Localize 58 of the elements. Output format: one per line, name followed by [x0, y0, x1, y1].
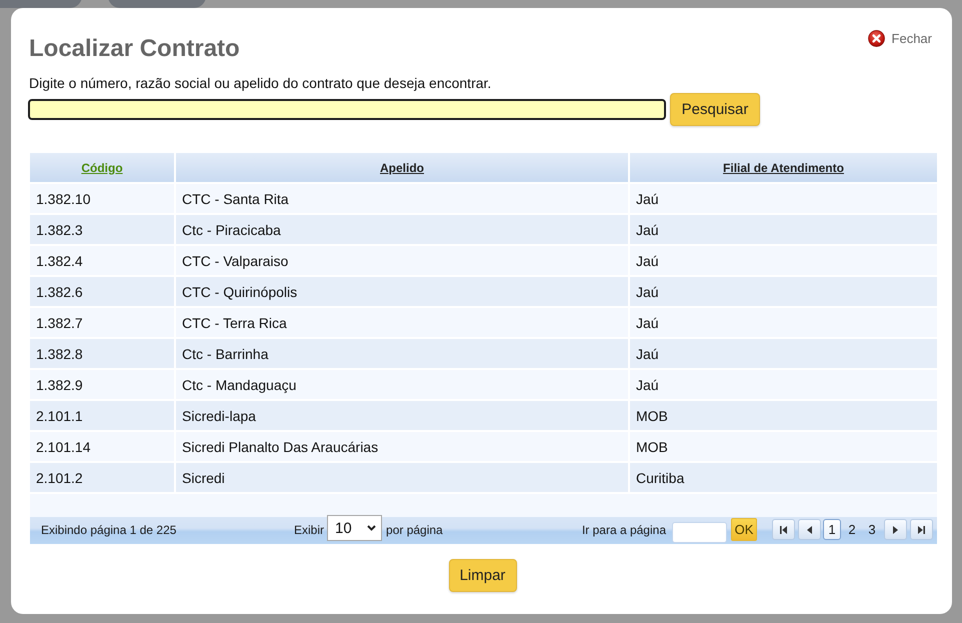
page-number-link[interactable]: 1	[823, 519, 841, 540]
page-number-link[interactable]: 2	[843, 519, 861, 540]
show-label: Exibir	[294, 522, 324, 536]
table-cell: Sicredi Planalto Das Araucárias	[176, 432, 628, 461]
column-sort-link[interactable]: Filial de Atendimento	[723, 160, 844, 174]
page-number-link[interactable]: 3	[863, 519, 881, 540]
table-cell: Ctc - Barrinha	[176, 339, 628, 368]
table-cell: 1.382.4	[30, 246, 174, 275]
table-cell: CTC - Valparaiso	[176, 246, 628, 275]
previous-page-icon	[807, 526, 812, 534]
table-cell: CTC - Santa Rita	[176, 184, 628, 213]
search-button[interactable]: Pesquisar	[670, 93, 760, 126]
table-cell: 1.382.6	[30, 277, 174, 306]
clear-button[interactable]: Limpar	[448, 559, 516, 592]
close-icon	[868, 30, 885, 47]
table-cell: 1.382.7	[30, 308, 174, 337]
table-cell: MOB	[630, 401, 937, 430]
instruction-text: Digite o número, razão social ou apelido do contrato que deseja encontrar.	[29, 75, 492, 92]
table-cell: Jaú	[630, 215, 937, 244]
go-to-page-label: Ir para a página	[582, 522, 666, 536]
next-page-icon	[893, 526, 898, 534]
table-cell: 2.101.2	[30, 463, 174, 492]
next-page-button[interactable]	[884, 519, 907, 540]
column-sort-link[interactable]: Apelido	[380, 160, 424, 174]
table-cell: 1.382.3	[30, 215, 174, 244]
last-page-button[interactable]	[910, 519, 933, 540]
first-page-icon	[780, 526, 787, 534]
page-status-text: Exibindo página 1 de 225	[41, 522, 178, 536]
go-to-page-field[interactable]	[672, 522, 727, 543]
table-cell: CTC - Quirinópolis	[176, 277, 628, 306]
table-cell: 2.101.14	[30, 432, 174, 461]
table-cell: Ctc - Piracicaba	[176, 215, 628, 244]
table-cell: Sicredi	[176, 463, 628, 492]
first-page-button[interactable]	[772, 519, 795, 540]
table-cell: Ctc - Mandaguaçu	[176, 370, 628, 399]
table-cell: 2.101.1	[30, 401, 174, 430]
table-cell: Jaú	[630, 339, 937, 368]
table-cell: 1.382.8	[30, 339, 174, 368]
previous-page-button[interactable]	[798, 519, 821, 540]
last-page-icon	[918, 526, 925, 534]
table-cell: Curitiba	[630, 463, 937, 492]
search-field[interactable]	[28, 99, 666, 120]
dialog-title: Localizar Contrato	[29, 34, 240, 64]
per-page-label: por página	[386, 522, 443, 536]
table-cell: 1.382.10	[30, 184, 174, 213]
chevron-down-icon	[367, 525, 376, 531]
table-cell: Jaú	[630, 277, 937, 306]
table-cell: Jaú	[630, 370, 937, 399]
page-size-select[interactable]: 10	[327, 515, 382, 541]
table-cell: MOB	[630, 432, 937, 461]
table-cell: 1.382.9	[30, 370, 174, 399]
ok-button[interactable]: OK	[731, 518, 757, 541]
close-link[interactable]: Fechar	[868, 30, 932, 47]
table-cell: CTC - Terra Rica	[176, 308, 628, 337]
table-cell: Sicredi-lapa	[176, 401, 628, 430]
table-cell: Jaú	[630, 246, 937, 275]
table-cell: Jaú	[630, 184, 937, 213]
table-cell: Jaú	[630, 308, 937, 337]
